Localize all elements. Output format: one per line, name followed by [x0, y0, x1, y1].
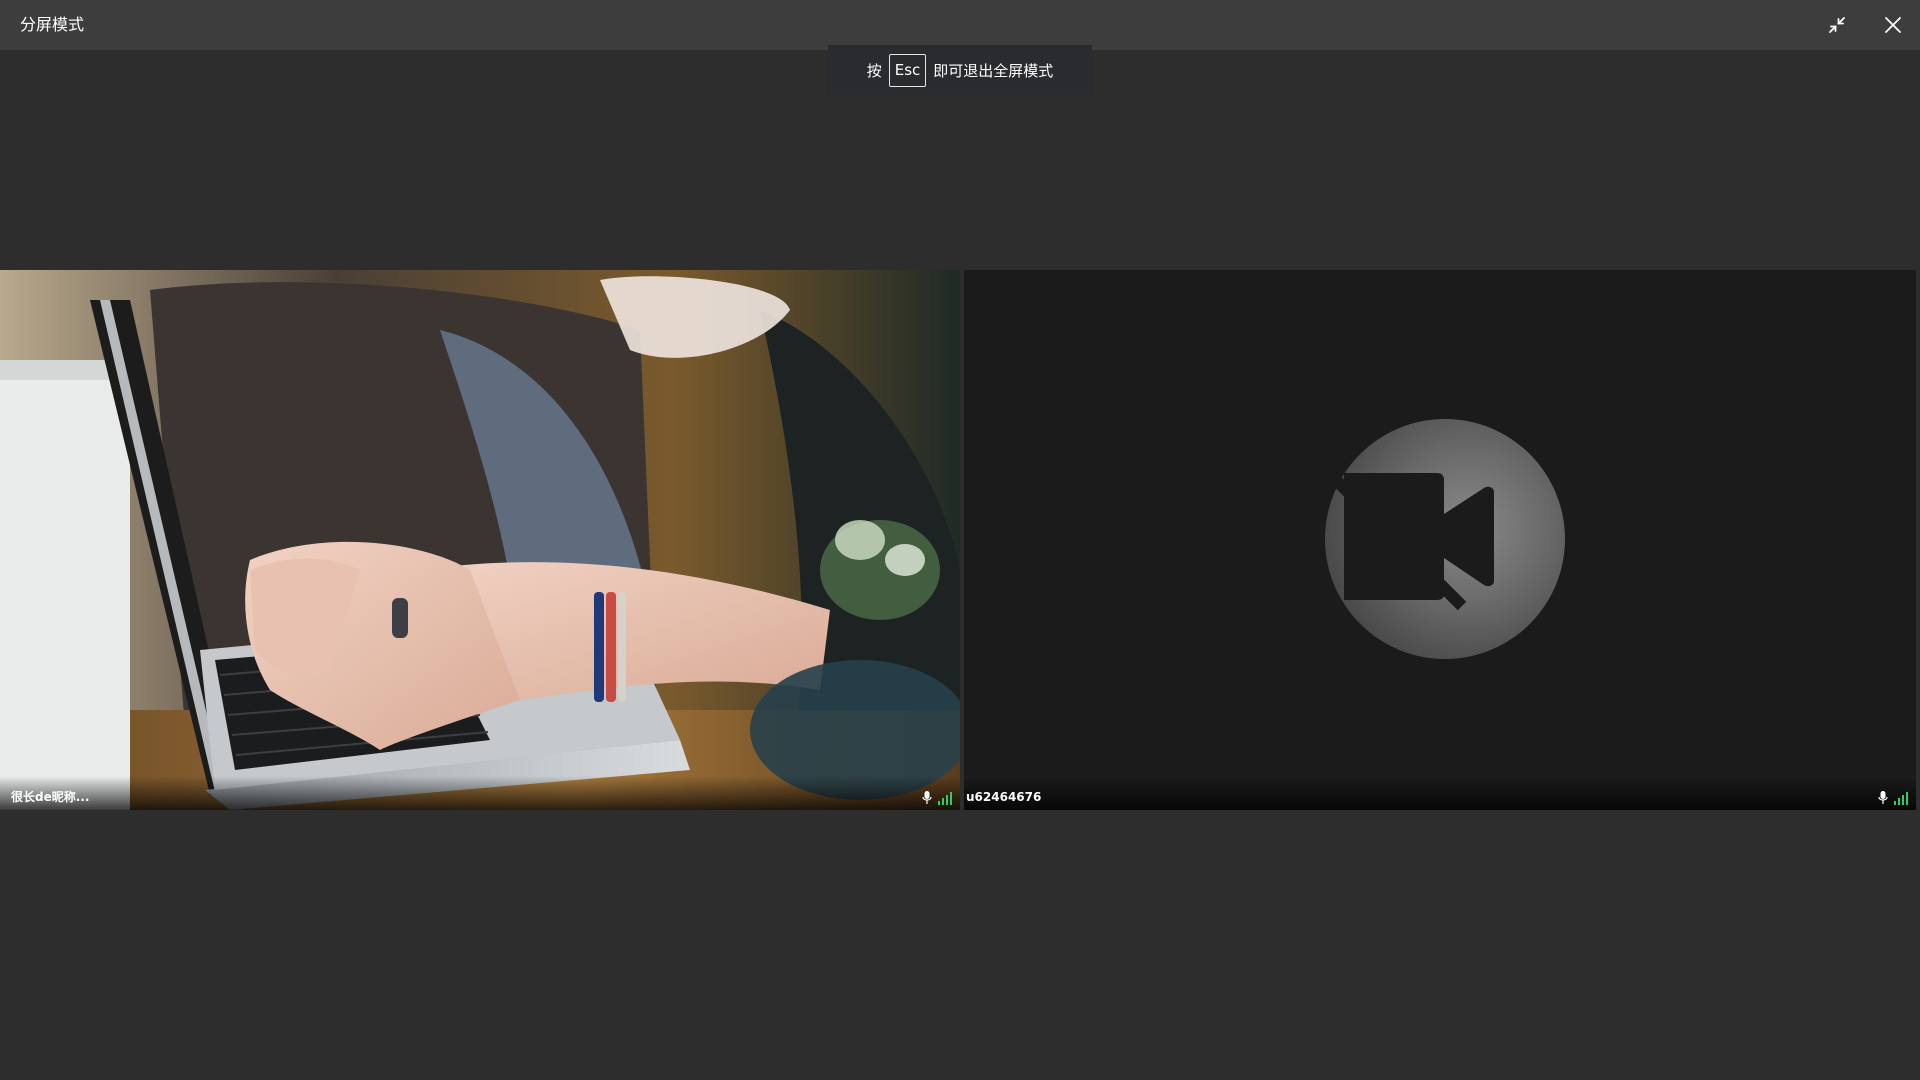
exit-fullscreen-button[interactable]	[1823, 11, 1851, 39]
video-tile-1[interactable]: 很长de昵称...	[0, 270, 960, 810]
microphone-icon	[922, 791, 932, 804]
title-bar: 分屏模式	[0, 0, 1920, 50]
exit-fullscreen-icon	[1829, 17, 1845, 33]
window-title: 分屏模式	[20, 15, 85, 34]
participant-name: 很长de昵称...	[11, 790, 90, 804]
split-screen-stage: 很长de昵称... u62464676	[0, 270, 1920, 810]
signal-strength-icon	[938, 792, 952, 805]
video-tile-2[interactable]: u62464676	[964, 270, 1916, 810]
close-button[interactable]	[1879, 11, 1907, 39]
tile-footer	[0, 776, 960, 810]
close-icon	[1885, 17, 1901, 33]
fullscreen-exit-hint: 按 Esc 即可退出全屏模式	[828, 45, 1092, 95]
tile-footer	[964, 776, 1916, 810]
tile-status	[1878, 789, 1909, 805]
tile-status	[922, 789, 953, 805]
hint-prefix: 按	[866, 61, 882, 80]
hint-suffix: 即可退出全屏模式	[933, 61, 1054, 80]
microphone-icon	[1878, 791, 1888, 804]
camera-off-icon	[1325, 419, 1565, 659]
esc-key-badge: Esc	[888, 53, 927, 87]
signal-strength-icon	[1894, 792, 1908, 805]
participant-video-feed	[0, 270, 960, 810]
participant-name: u62464676	[966, 790, 1042, 804]
